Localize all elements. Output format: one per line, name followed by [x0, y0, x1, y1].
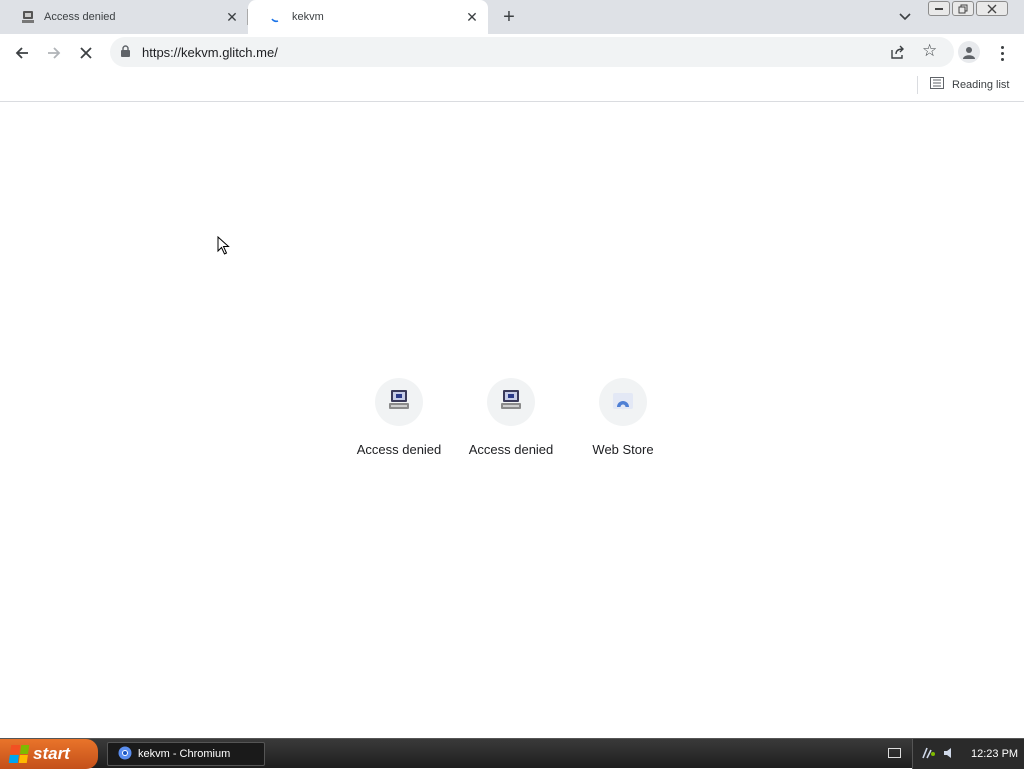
- reading-list-icon: [930, 77, 944, 92]
- address-bar[interactable]: https://kekvm.glitch.me/ ☆: [110, 37, 954, 67]
- taskbar-window-chromium[interactable]: kekvm - Chromium: [107, 742, 265, 766]
- forward-arrow-icon[interactable]: [43, 42, 65, 64]
- url-text: https://kekvm.glitch.me/: [142, 45, 278, 60]
- shortcut-icon-circle: [487, 378, 535, 426]
- taskbar: start kekvm - Chromium 12:23 PM: [0, 738, 1024, 769]
- bookmarks-divider: [917, 76, 918, 94]
- shortcut-label: Access denied: [356, 442, 442, 457]
- reading-list-button[interactable]: Reading list: [930, 77, 1009, 92]
- system-tray: 12:23 PM: [912, 739, 1024, 769]
- bookmarks-bar: Reading list: [0, 71, 1024, 102]
- stop-loading-icon[interactable]: [75, 42, 97, 64]
- loading-spinner-icon: [268, 9, 284, 25]
- computer-icon: [499, 389, 523, 416]
- window-controls: [928, 1, 1008, 16]
- tab-title: Access denied: [44, 11, 116, 23]
- reading-list-label: Reading list: [952, 78, 1010, 91]
- new-tab-icon[interactable]: +: [500, 7, 518, 27]
- keyboard-icon[interactable]: [888, 748, 901, 758]
- bookmark-star-icon[interactable]: ☆: [922, 42, 937, 60]
- web-store-icon: [611, 389, 635, 416]
- tab-strip: Access denied ✕ kekvm ✕ +: [0, 0, 1024, 34]
- minimize-icon[interactable]: [928, 1, 950, 16]
- mouse-cursor-icon: [217, 235, 231, 261]
- more-menu-icon[interactable]: [994, 42, 1010, 64]
- computer-icon: [387, 389, 411, 416]
- shortcut-tile[interactable]: Web Store: [567, 378, 679, 468]
- windows-logo-icon: [8, 745, 30, 763]
- clock[interactable]: 12:23 PM: [971, 748, 1018, 760]
- close-tab-icon[interactable]: ✕: [464, 9, 480, 25]
- share-icon[interactable]: [890, 44, 906, 60]
- volume-icon[interactable]: [943, 747, 955, 762]
- lock-icon: [120, 45, 132, 59]
- network-icon[interactable]: [921, 746, 937, 763]
- taskbar-window-label: kekvm - Chromium: [138, 748, 231, 760]
- tab-search-chevron-icon[interactable]: [896, 8, 914, 26]
- close-tab-icon[interactable]: ✕: [224, 9, 240, 25]
- restore-icon[interactable]: [952, 1, 974, 16]
- shortcut-icon-circle: [599, 378, 647, 426]
- tab-kekvm[interactable]: kekvm ✕: [248, 0, 488, 34]
- shortcut-tile[interactable]: Access denied: [343, 378, 455, 468]
- computer-icon: [20, 9, 36, 25]
- start-label: start: [33, 744, 70, 763]
- shortcut-tile[interactable]: Access denied: [455, 378, 567, 468]
- new-tab-page: Access denied Access denied Web Store: [0, 103, 1024, 738]
- profile-avatar-icon[interactable]: [958, 41, 980, 63]
- shortcut-label: Web Store: [592, 442, 654, 457]
- start-button[interactable]: start: [0, 739, 98, 769]
- shortcut-icon-circle: [375, 378, 423, 426]
- tab-title: kekvm: [292, 11, 324, 23]
- toolbar: https://kekvm.glitch.me/ ☆: [0, 34, 1024, 71]
- window-close-icon[interactable]: [976, 1, 1008, 16]
- tab-access-denied[interactable]: Access denied ✕: [0, 0, 248, 34]
- back-arrow-icon[interactable]: [11, 42, 33, 64]
- shortcut-label: Access denied: [468, 442, 554, 457]
- chromium-icon: [118, 746, 132, 763]
